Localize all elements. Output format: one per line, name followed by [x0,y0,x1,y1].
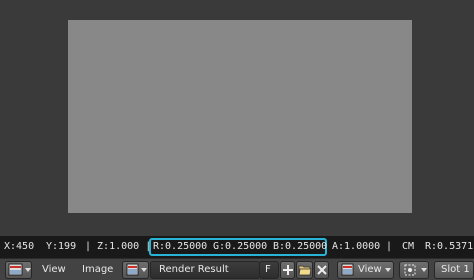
pivot-icon [404,264,416,276]
x-coordinate: X:450 [4,241,35,252]
cm-label: CM [402,241,415,252]
fake-user-button[interactable]: F [259,261,279,279]
sample-info-bar: X:450 Y:199 | Z:1.000 | R:0.25000 G:0.25… [0,236,474,258]
mode-dropdown[interactable]: View [337,261,394,279]
cm-red-value: R:0.5371 [425,241,474,252]
image-name: Render Result [159,264,229,275]
pivot-dropdown[interactable] [399,261,429,279]
editor-type-button[interactable] [5,261,32,279]
unlink-image-button[interactable] [314,261,329,279]
chevron-down-icon [25,268,31,272]
folder-icon [298,265,312,276]
close-icon [317,265,327,275]
chevron-down-icon [141,268,147,272]
new-image-button[interactable] [280,261,295,279]
blue-value: B:0.25000 [273,241,328,252]
chevron-down-icon [385,268,391,272]
image-editor-icon [8,263,23,276]
z-value: | Z:1.000 | [85,241,152,252]
render-image [68,20,412,213]
separator: | [386,241,393,252]
mode-value: View [358,264,382,275]
image-browse-icon [126,263,139,276]
view-mode-icon [341,263,354,276]
slot-dropdown[interactable]: Slot 1 [434,261,474,279]
chevron-down-icon [421,268,427,272]
plus-icon [283,265,293,275]
green-value: G:0.25000 [213,241,268,252]
red-value: R:0.25000 [153,241,208,252]
slot-value: Slot 1 [441,264,470,275]
image-name-field[interactable]: Render Result [150,261,260,279]
fake-user-label: F [265,264,271,275]
alpha-value: A:1.0000 [332,241,381,252]
menu-image[interactable]: Image [82,259,113,280]
y-coordinate: Y:199 [46,241,77,252]
open-image-button[interactable] [296,261,313,279]
image-browse-button[interactable] [122,261,149,279]
image-editor-header: View Image Render Result F View Slot 1 [0,258,474,280]
menu-view[interactable]: View [42,259,66,280]
image-viewport[interactable] [0,0,474,236]
